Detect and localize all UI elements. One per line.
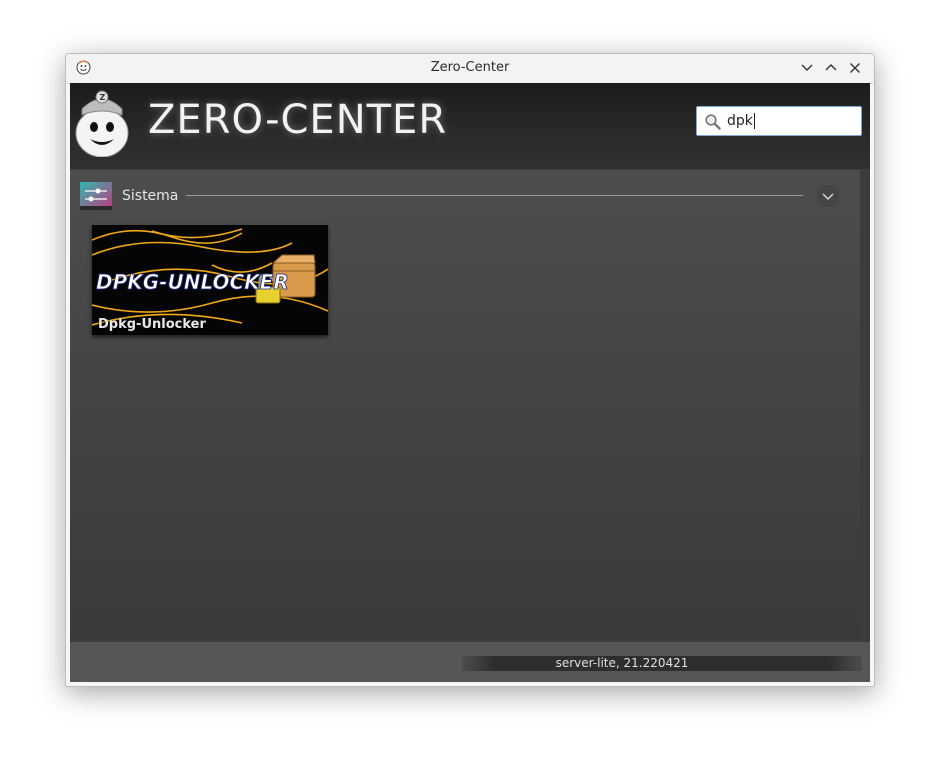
search-icon bbox=[705, 114, 721, 130]
window-title: Zero-Center bbox=[430, 60, 510, 75]
chevron-down-icon bbox=[801, 64, 813, 71]
close-icon bbox=[850, 63, 860, 73]
close-button[interactable] bbox=[846, 59, 864, 77]
minimize-button[interactable] bbox=[798, 59, 816, 77]
chevron-up-icon bbox=[825, 64, 837, 71]
app-label: Dpkg-Unlocker bbox=[98, 317, 206, 332]
maximize-button[interactable] bbox=[822, 59, 840, 77]
brand-title: ZERO-CENTER bbox=[148, 97, 448, 143]
header-banner: Z ZERO-CENTER dpk bbox=[70, 83, 870, 169]
category-divider bbox=[186, 195, 803, 196]
version-bar: server-lite, 21.220421 bbox=[462, 656, 862, 671]
settings-sliders-icon bbox=[80, 182, 112, 210]
status-bar: server-lite, 21.220421 bbox=[70, 642, 870, 682]
category-label: Sistema bbox=[122, 188, 179, 204]
content-area: Z ZERO-CENTER dpk Sistema DPKG-UNLOCKER … bbox=[70, 83, 870, 682]
app-tile-dpkg-unlocker[interactable]: DPKG-UNLOCKER Dpkg-Unlocker bbox=[92, 225, 328, 335]
svg-text:Z: Z bbox=[100, 93, 106, 102]
title-bar: Zero-Center bbox=[66, 54, 874, 84]
category-header-sistema[interactable]: Sistema bbox=[70, 170, 860, 220]
category-collapse-button[interactable] bbox=[816, 184, 840, 208]
chevron-down-icon bbox=[817, 185, 839, 207]
app-window: Zero-Center Z ZERO-CENTER dpk Sistema DP… bbox=[65, 53, 875, 687]
app-list-area: Sistema DPKG-UNLOCKER Dpkg-Unlocker bbox=[70, 170, 860, 640]
banner-text: DPKG-UNLOCKER bbox=[96, 270, 289, 294]
version-label: server-lite, 21.220421 bbox=[555, 656, 689, 670]
search-value: dpk bbox=[727, 113, 755, 129]
search-input[interactable]: dpk bbox=[696, 106, 862, 136]
mascot-logo: Z bbox=[75, 90, 129, 157]
